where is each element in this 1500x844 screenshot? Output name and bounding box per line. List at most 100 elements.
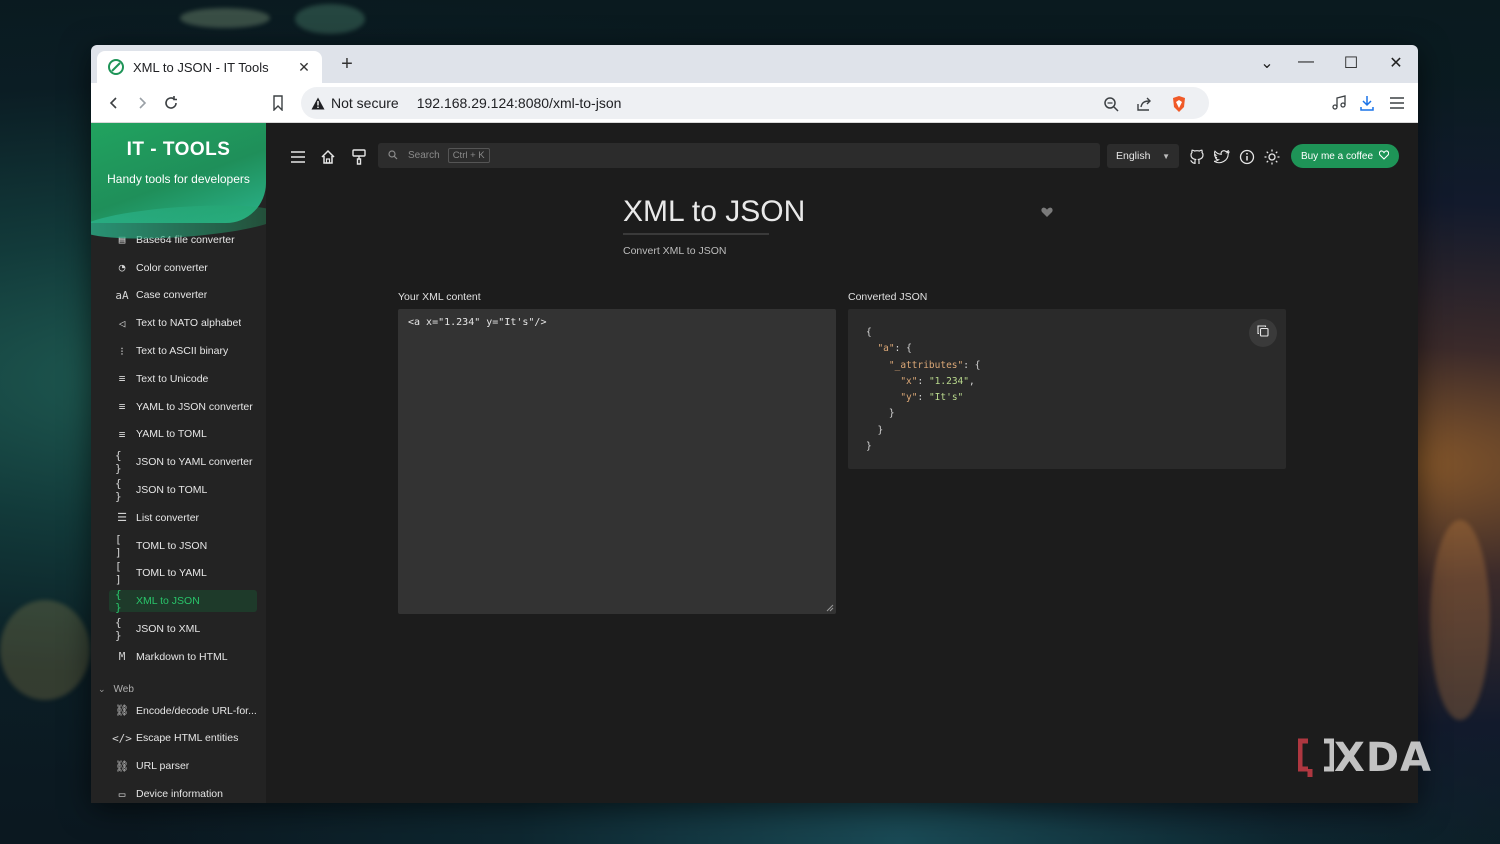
- text-wrap-icon: ≡: [118, 372, 126, 386]
- sidebar-item[interactable]: { } JSON to YAML converter: [109, 449, 257, 476]
- sidebar-item[interactable]: ◁ Text to NATO alphabet: [109, 312, 257, 334]
- back-button[interactable]: [103, 92, 125, 114]
- github-icon[interactable]: [1187, 147, 1207, 167]
- brave-shields-icon[interactable]: [1169, 94, 1189, 114]
- xda-logo-icon: [1298, 738, 1334, 777]
- tab-xml-to-json[interactable]: XML to JSON - IT Tools ✕: [97, 51, 322, 83]
- braces-icon: { }: [115, 449, 122, 476]
- braces-icon: { }: [115, 616, 122, 642]
- json-key: "y": [900, 392, 918, 404]
- media-icon[interactable]: [1328, 92, 1350, 114]
- sidebar-item[interactable]: ≡ Text to Unicode: [109, 368, 257, 390]
- sidebar-item[interactable]: </> Escape HTML entities: [109, 727, 257, 749]
- copy-icon: [1257, 324, 1269, 342]
- json-line: "_attributes": {: [866, 358, 981, 374]
- brackets-icon: [ ]: [115, 560, 122, 587]
- sidebar-item[interactable]: { } JSON to TOML: [109, 477, 257, 503]
- sidebar-section-web[interactable]: ⌄ Web: [98, 684, 134, 695]
- sidebar-item[interactable]: ≡ YAML to JSON converter: [109, 396, 257, 418]
- sidebar-item-label: JSON to XML: [136, 623, 201, 635]
- maximize-button[interactable]: ☐: [1341, 53, 1361, 73]
- sidebar-item[interactable]: [ ] TOML to JSON: [109, 533, 257, 559]
- zoom-icon[interactable]: [1101, 94, 1121, 114]
- sidebar-item-label: Text to NATO alphabet: [136, 317, 242, 330]
- security-status[interactable]: Not secure: [331, 95, 399, 111]
- tab-strip: XML to JSON - IT Tools ✕ + ⌄ — ☐ ✕: [91, 45, 1418, 83]
- sidebar-item[interactable]: ⛓ Encode/decode URL-for...: [109, 700, 257, 722]
- theme-toggle-sun-icon[interactable]: [1262, 147, 1282, 167]
- home-icon[interactable]: [318, 147, 338, 167]
- output-label: Converted JSON: [848, 291, 928, 303]
- brand-title[interactable]: IT - TOOLS: [91, 139, 266, 161]
- json-punctuation: ,: [969, 375, 975, 387]
- sidebar-item[interactable]: ≡ YAML to TOML: [109, 423, 257, 445]
- palette-icon: ◔: [118, 261, 126, 275]
- json-line: "y": "It's": [866, 390, 980, 406]
- resize-handle-icon[interactable]: [826, 604, 834, 612]
- sidebar-item[interactable]: { } JSON to XML: [109, 616, 257, 642]
- reload-button[interactable]: [160, 92, 182, 114]
- json-line: }: [866, 406, 980, 422]
- json-key: "a": [877, 343, 895, 355]
- download-icon[interactable]: [1356, 92, 1378, 114]
- json-punctuation: }: [888, 408, 895, 420]
- json-value: "It's": [928, 392, 964, 404]
- wallpaper-light: [180, 8, 270, 28]
- minimize-button[interactable]: —: [1296, 53, 1316, 71]
- menu-icon[interactable]: [1386, 92, 1408, 114]
- json-line: "x": "1.234",: [866, 374, 980, 390]
- info-icon[interactable]: [1237, 147, 1257, 167]
- sidebar-item[interactable]: ◔ Color converter: [109, 257, 257, 279]
- input-label: Your XML content: [398, 291, 481, 303]
- language-select[interactable]: English ▼: [1107, 144, 1179, 168]
- page-description: Convert XML to JSON: [623, 245, 727, 257]
- close-window-button[interactable]: ✕: [1386, 53, 1406, 73]
- close-tab-icon[interactable]: ✕: [296, 59, 312, 76]
- share-icon[interactable]: [1134, 94, 1154, 114]
- sidebar-item-label: XML to JSON: [136, 595, 200, 608]
- it-tools-app: ▤Base64 s▤Base64 file converter◔Color co…: [91, 123, 1418, 803]
- address-bar[interactable]: Not secure 192.168.29.124:8080/xml-to-js…: [301, 87, 1209, 119]
- copy-button[interactable]: [1249, 319, 1277, 347]
- warning-icon: [311, 97, 325, 110]
- sidebar-item[interactable]: [ ] TOML to YAML: [109, 560, 257, 587]
- brand-header: IT - TOOLS Handy tools for developers: [91, 123, 266, 223]
- sidebar-item[interactable]: ⛓ URL parser: [109, 755, 257, 777]
- json-value: "1.234": [928, 375, 969, 387]
- json-punctuation: {: [866, 327, 872, 338]
- sidebar-item[interactable]: M Markdown to HTML: [109, 646, 257, 668]
- sidebar-item[interactable]: ▭ Device information: [109, 783, 257, 803]
- bookmark-icon[interactable]: [267, 92, 289, 114]
- page-title: XML to JSON: [623, 195, 806, 228]
- xml-content-textarea[interactable]: <a x="1.234" y="It's"/>: [398, 309, 836, 614]
- search-bar[interactable]: Search Ctrl + K: [378, 143, 1100, 168]
- sidebar: ▤Base64 s▤Base64 file converter◔Color co…: [91, 123, 266, 803]
- twitter-icon[interactable]: [1212, 147, 1232, 167]
- url-text[interactable]: 192.168.29.124:8080/xml-to-json: [417, 95, 622, 111]
- sidebar-item[interactable]: aA Case converter: [109, 284, 257, 306]
- sidebar-item-label: YAML to JSON converter: [136, 400, 253, 413]
- search-shortcut-hint: Ctrl + K: [447, 148, 490, 163]
- buy-me-a-coffee-button[interactable]: Buy me a coffee: [1291, 144, 1399, 168]
- new-tab-button[interactable]: +: [337, 53, 357, 76]
- sidebar-item-label: List converter: [136, 511, 200, 524]
- speakerphone-icon: ◁: [118, 316, 126, 330]
- hamburger-menu-icon[interactable]: [288, 147, 308, 167]
- favorite-heart-icon[interactable]: [1040, 205, 1054, 219]
- forward-button[interactable]: [131, 92, 153, 114]
- paint-brush-icon[interactable]: [349, 147, 369, 167]
- tab-search-chevron-icon[interactable]: ⌄: [1257, 53, 1277, 73]
- chevron-down-icon: ⌄: [98, 683, 106, 694]
- sidebar-item[interactable]: ☰ List converter: [109, 507, 257, 529]
- search-placeholder: Search: [408, 150, 440, 161]
- sidebar-item[interactable]: { } XML to JSON: [109, 588, 257, 614]
- sidebar-item-label: JSON to TOML: [136, 484, 208, 496]
- heart-icon: [1378, 147, 1390, 165]
- wallpaper-light: [0, 600, 90, 700]
- sidebar-item-label: YAML to TOML: [136, 428, 207, 441]
- list-icon: ☰: [117, 511, 127, 525]
- sidebar-item-label: TOML to JSON: [136, 539, 208, 552]
- sidebar-item[interactable]: ⁝ Text to ASCII binary: [109, 340, 257, 362]
